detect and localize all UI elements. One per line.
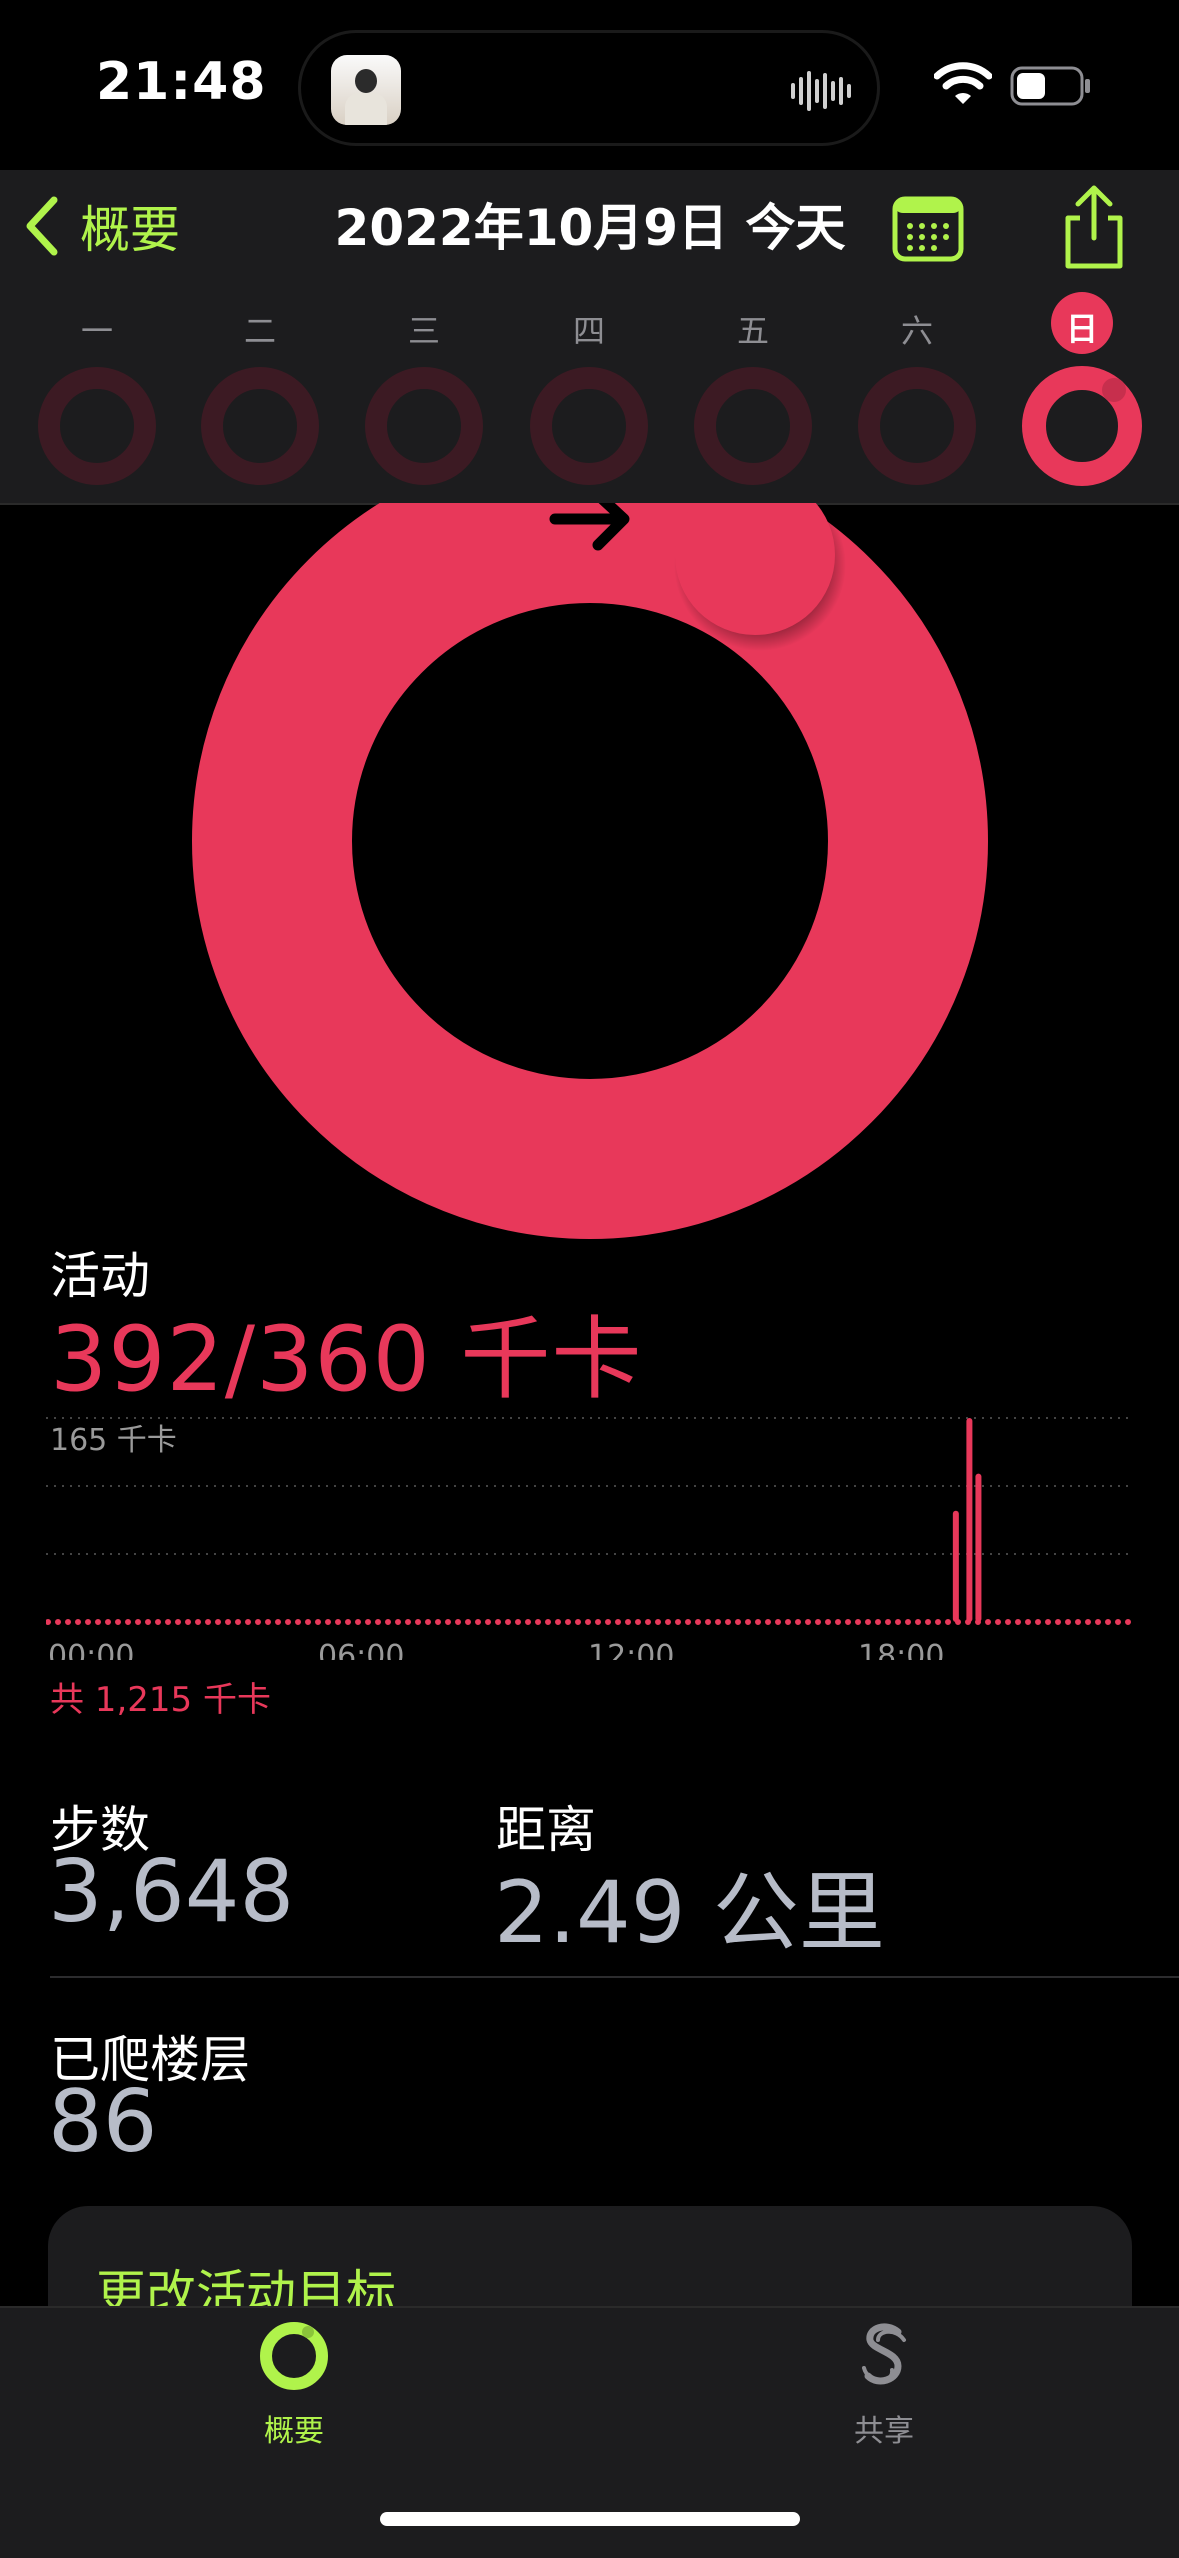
day-ring-wed[interactable]	[362, 364, 486, 488]
day-label-sat: 六	[900, 312, 933, 350]
chart-bar-2	[975, 1473, 982, 1622]
day-ring-tue[interactable]	[198, 364, 322, 488]
xtick-3: 18:00	[858, 1639, 944, 1660]
back-label: 概要	[80, 201, 180, 259]
activity-chart: 165 千卡 00:00 06:00 12:00 18:00	[46, 1417, 1135, 1660]
day-label-thu: 四	[572, 312, 605, 350]
day-ring-fri[interactable]	[691, 364, 815, 488]
tab-summary-label: 概要	[264, 2414, 324, 2449]
xtick-0: 00:00	[48, 1639, 134, 1660]
divider	[50, 1976, 1179, 1978]
activity-value: 392/360 千卡	[50, 1307, 643, 1412]
audio-waveform-icon	[791, 71, 851, 111]
tab-sharing-label: 共享	[854, 2414, 914, 2449]
day-ring-mon[interactable]	[35, 364, 159, 488]
dynamic-island[interactable]	[298, 30, 880, 146]
activity-rings-icon	[260, 2322, 328, 2390]
chart-ymax-label: 165 千卡	[50, 1423, 177, 1458]
chart-total: 共 1,215 千卡	[50, 1680, 271, 1720]
chart-bar-1	[966, 1418, 973, 1622]
chevron-left-icon	[26, 196, 58, 256]
distance-value: 2.49 公里	[494, 1863, 885, 1963]
activity-ring	[192, 503, 988, 1239]
chart-bar-0	[952, 1510, 959, 1622]
day-ring-thu[interactable]	[527, 364, 651, 488]
day-label-tue: 二	[243, 312, 276, 350]
avatar-icon	[331, 55, 401, 125]
floors-value: 86	[48, 2072, 158, 2172]
wifi-icon	[934, 62, 992, 104]
day-label-mon: 一	[80, 312, 113, 350]
xtick-1: 06:00	[318, 1639, 404, 1660]
battery-icon	[1010, 66, 1090, 106]
steps-value: 3,648	[48, 1842, 295, 1942]
page-title: 2022年10月9日 今天	[334, 199, 846, 257]
tab-sharing[interactable]: 共享	[784, 2318, 984, 2450]
calendar-icon[interactable]	[892, 196, 964, 262]
back-button[interactable]: 概要	[24, 190, 180, 262]
day-label-wed: 三	[407, 312, 440, 350]
status-time: 21:48	[96, 52, 267, 112]
day-ring-sat[interactable]	[855, 364, 979, 488]
xtick-2: 12:00	[588, 1639, 674, 1660]
share-icon[interactable]	[1058, 184, 1130, 270]
sharing-icon	[862, 2323, 906, 2385]
tab-summary[interactable]: 概要	[194, 2318, 394, 2450]
day-label-fri: 五	[736, 312, 769, 350]
home-indicator[interactable]	[380, 2512, 800, 2526]
day-ring-sun[interactable]	[1020, 364, 1144, 488]
day-label-sun: 日	[1065, 310, 1098, 348]
